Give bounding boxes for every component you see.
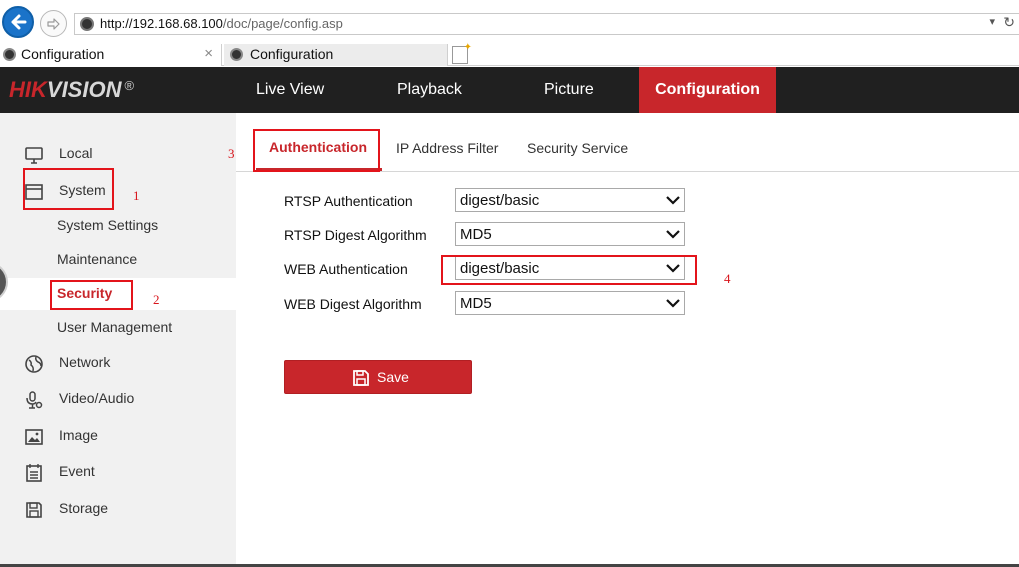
- url-text: http://192.168.68.100/doc/page/config.as…: [100, 16, 343, 31]
- tab-ip-address-filter[interactable]: IP Address Filter: [396, 140, 498, 156]
- field-rtsp-authentication: RTSP Authentication digest/basic: [284, 188, 704, 212]
- browser-tab-title: Configuration: [21, 46, 105, 62]
- close-icon[interactable]: ×: [204, 45, 213, 62]
- browser-address-bar: http://192.168.68.100/doc/page/config.as…: [0, 0, 1019, 44]
- sidebar-item-network[interactable]: Network: [0, 347, 236, 379]
- chevron-down-icon: [666, 264, 680, 273]
- chevron-down-icon: [666, 230, 680, 239]
- sidebar: Local System System Settings Maintenance…: [0, 113, 236, 565]
- sidebar-subitem-label: System Settings: [57, 217, 159, 233]
- browser-tab-configuration-1[interactable]: Configuration ×: [0, 44, 222, 66]
- tab-authentication[interactable]: Authentication: [269, 139, 367, 155]
- url-field[interactable]: http://192.168.68.100/doc/page/config.as…: [74, 13, 1019, 35]
- window-icon: [25, 184, 43, 200]
- web-authentication-select[interactable]: digest/basic: [455, 256, 685, 280]
- star-icon: ✦: [463, 42, 472, 53]
- sidebar-item-event[interactable]: Event: [0, 456, 236, 488]
- sidebar-item-label: Video/Audio: [59, 390, 135, 406]
- sidebar-item-system[interactable]: System: [0, 175, 236, 207]
- site-icon: [230, 48, 243, 61]
- sidebar-item-label: Image: [59, 427, 98, 443]
- select-value: MD5: [460, 226, 492, 243]
- back-button[interactable]: [2, 6, 34, 38]
- new-tab-button[interactable]: ✦: [452, 42, 472, 64]
- sidebar-subitem-maintenance[interactable]: Maintenance: [0, 244, 236, 276]
- field-label: WEB Digest Algorithm: [284, 296, 422, 312]
- save-button[interactable]: Save: [284, 360, 472, 394]
- nav-tab-playback[interactable]: Playback: [397, 67, 462, 113]
- annotation-number-4: 4: [724, 271, 731, 286]
- sidebar-item-label: Storage: [59, 500, 109, 516]
- main-content: Authentication IP Address Filter Securit…: [236, 113, 1019, 565]
- tab-security-service[interactable]: Security Service: [527, 140, 628, 156]
- sidebar-item-label: System: [59, 182, 106, 198]
- image-icon: [25, 429, 43, 445]
- sidebar-item-image[interactable]: Image: [0, 420, 236, 452]
- select-value: digest/basic: [460, 260, 540, 277]
- app-header: HIKVISION ® Live View Playback Picture Co…: [0, 67, 1019, 113]
- annotation-number-2: 2: [153, 292, 160, 307]
- refresh-icon[interactable]: ↻: [1003, 14, 1015, 31]
- select-value: digest/basic: [460, 192, 540, 209]
- nav-tab-live-view[interactable]: Live View: [256, 67, 324, 113]
- annotation-number-1: 1: [133, 188, 140, 203]
- sidebar-subitem-label: User Management: [57, 319, 173, 335]
- sidebar-item-storage[interactable]: Storage: [0, 493, 236, 525]
- field-rtsp-digest-algorithm: RTSP Digest Algorithm MD5: [284, 222, 704, 246]
- site-icon: [3, 48, 16, 61]
- rtsp-authentication-select[interactable]: digest/basic: [455, 188, 685, 212]
- tab-divider: [236, 171, 1019, 172]
- select-value: MD5: [460, 295, 492, 312]
- sidebar-subitem-label: Maintenance: [57, 251, 138, 267]
- url-host: http://192.168.68.100: [100, 16, 223, 31]
- field-label: RTSP Authentication: [284, 193, 413, 209]
- sidebar-item-label: Event: [59, 463, 95, 479]
- chevron-down-icon: [666, 196, 680, 205]
- microphone-icon: [26, 391, 43, 409]
- url-path: /doc/page/config.asp: [222, 16, 343, 31]
- site-icon: [80, 17, 94, 31]
- chevron-down-icon: [666, 299, 680, 308]
- sidebar-subitem-system-settings[interactable]: System Settings: [0, 210, 236, 242]
- chevron-down-icon[interactable]: ▾: [989, 15, 995, 28]
- sidebar-subitem-security[interactable]: Security: [0, 278, 236, 310]
- calendar-icon: [26, 464, 42, 482]
- web-digest-algorithm-select[interactable]: MD5: [455, 291, 685, 315]
- nav-tab-picture[interactable]: Picture: [544, 67, 594, 113]
- sidebar-item-label: Network: [59, 354, 111, 370]
- annotation-number-3: 3: [228, 146, 235, 161]
- forward-button[interactable]: [40, 10, 67, 37]
- hikvision-logo: HIKVISION ®: [9, 77, 135, 102]
- browser-tab-bar: Configuration × Configuration ✦: [0, 42, 1019, 66]
- globe-icon: [25, 355, 43, 373]
- sidebar-item-local[interactable]: Local: [0, 138, 236, 170]
- arrow-left-icon: [11, 14, 27, 30]
- sidebar-item-video-audio[interactable]: Video/Audio: [0, 383, 236, 415]
- arrow-right-icon: [47, 18, 60, 30]
- field-web-authentication: WEB Authentication digest/basic: [284, 256, 704, 280]
- sidebar-subitem-label: Security: [57, 285, 113, 301]
- field-label: WEB Authentication: [284, 261, 408, 277]
- browser-tab-title: Configuration: [250, 46, 334, 62]
- monitor-icon: [25, 147, 43, 164]
- field-web-digest-algorithm: WEB Digest Algorithm MD5: [284, 291, 704, 315]
- sidebar-item-label: Local: [59, 145, 93, 161]
- field-label: RTSP Digest Algorithm: [284, 227, 427, 243]
- save-icon: [353, 370, 369, 386]
- browser-tab-configuration-2[interactable]: Configuration: [224, 44, 448, 66]
- nav-tab-configuration[interactable]: Configuration: [639, 67, 776, 113]
- rtsp-digest-algorithm-select[interactable]: MD5: [455, 222, 685, 246]
- save-button-label: Save: [377, 369, 409, 385]
- sidebar-subitem-user-management[interactable]: User Management: [0, 312, 236, 344]
- disk-icon: [26, 502, 42, 518]
